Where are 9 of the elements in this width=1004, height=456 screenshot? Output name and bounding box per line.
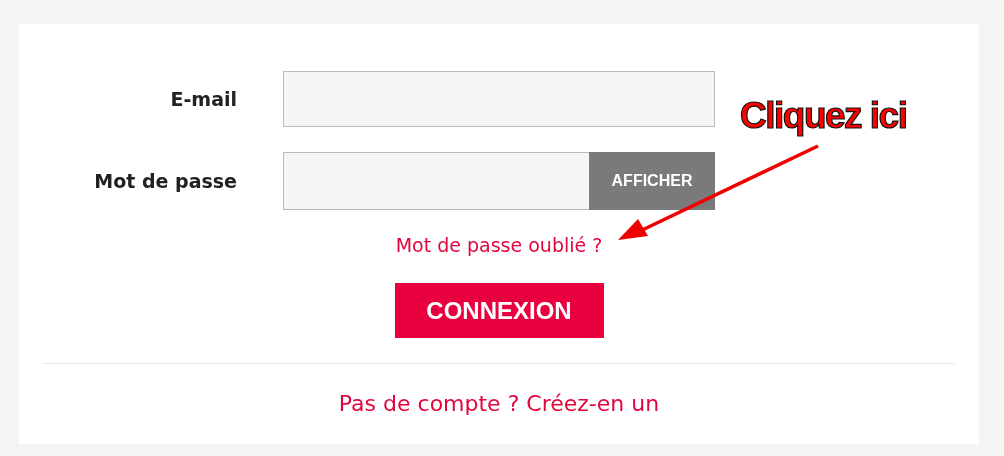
field-label: Mot de passe — [94, 170, 237, 192]
field-label: E-mail — [170, 88, 237, 110]
password-field[interactable] — [283, 152, 589, 210]
signup-link[interactable]: Pas de compte ? Créez-en un — [338, 390, 660, 418]
login-button[interactable]: CONNEXION — [394, 283, 604, 338]
forgot-password-link[interactable]: Mot de passe oublié ? — [395, 233, 603, 257]
show-password-button[interactable]: AFFICHER — [589, 152, 715, 210]
email-field[interactable] — [283, 71, 715, 127]
annotation-text: Cliquez ici — [740, 94, 907, 138]
